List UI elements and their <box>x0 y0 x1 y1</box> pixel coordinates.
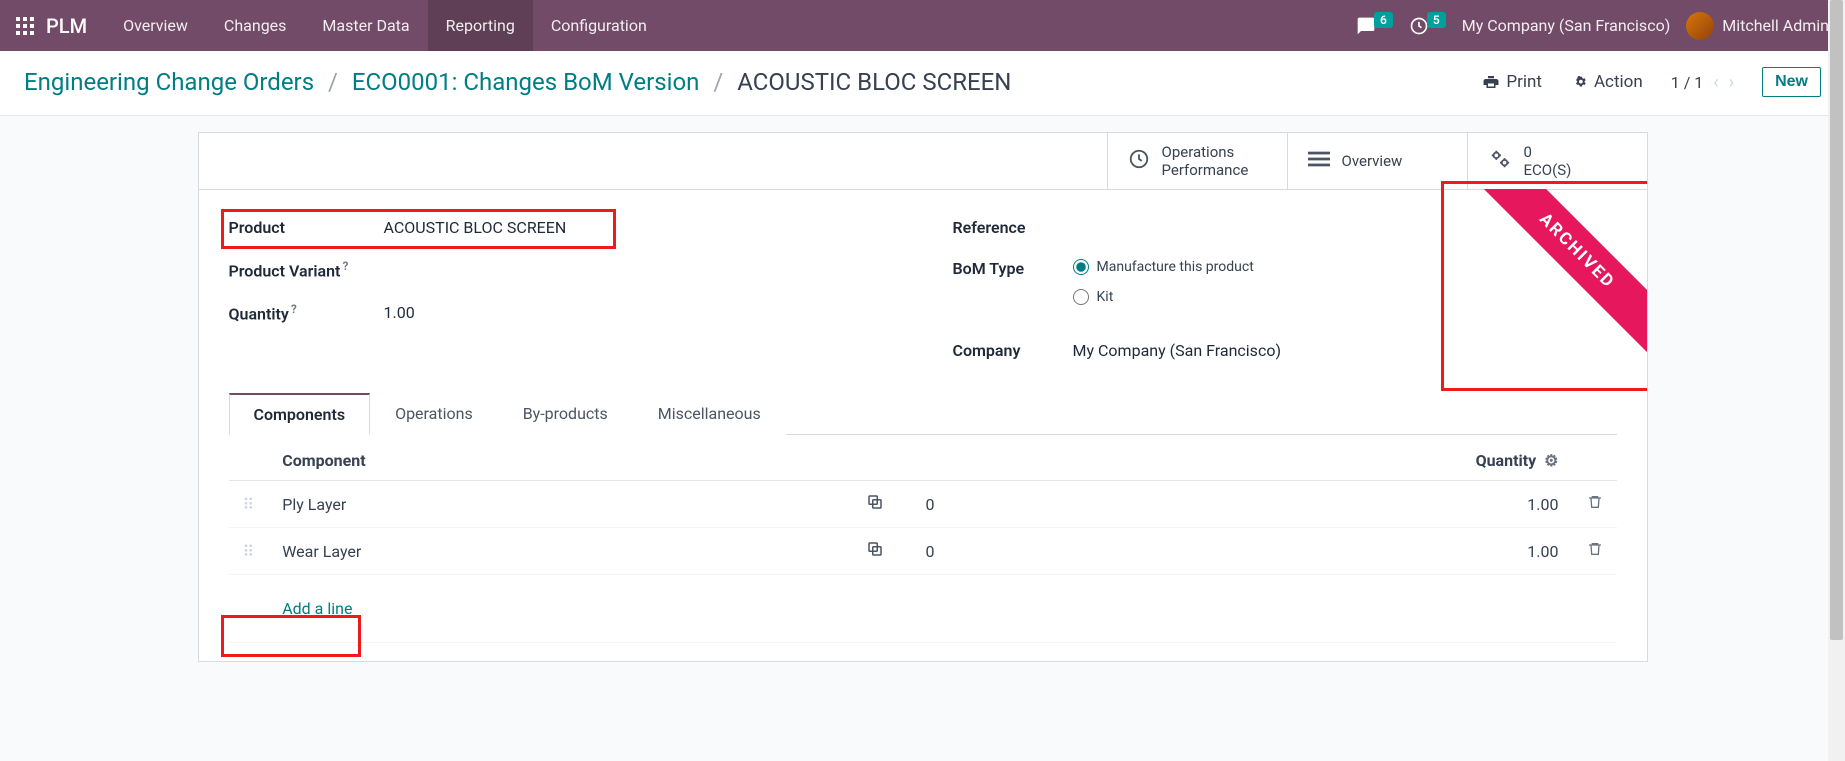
clock-icon <box>1128 148 1150 174</box>
optional-columns-icon[interactable]: ⚙ <box>1544 451 1558 470</box>
stat-ecos[interactable]: 0ECO(S) <box>1467 133 1647 189</box>
drag-handle-icon[interactable]: ⠿ <box>229 528 269 575</box>
nav-overview[interactable]: Overview <box>105 0 206 51</box>
bom-type-label: BoM Type <box>953 259 1073 278</box>
add-line-button[interactable]: Add a line <box>282 587 1602 630</box>
activities-icon[interactable]: 5 <box>1409 16 1446 36</box>
nav-changes[interactable]: Changes <box>206 0 305 51</box>
list-icon <box>1308 148 1330 174</box>
brand-name[interactable]: PLM <box>42 14 105 38</box>
component-cell[interactable]: Ply Layer <box>268 481 851 528</box>
col-quantity[interactable]: Quantity ⚙ <box>992 441 1573 481</box>
company-label: Company <box>953 341 1073 360</box>
pager: 1 / 1 ‹ › <box>1671 72 1734 93</box>
messages-badge: 6 <box>1374 12 1393 28</box>
pager-prev-icon[interactable]: ‹ <box>1713 72 1718 93</box>
stat-overview[interactable]: Overview <box>1287 133 1467 189</box>
stat-operations-performance[interactable]: OperationsPerformance <box>1107 133 1287 189</box>
action-button[interactable]: Action <box>1570 72 1643 92</box>
apps-icon[interactable] <box>8 9 42 43</box>
avatar-icon <box>1686 12 1714 40</box>
stat-buttons-bar: OperationsPerformance Overview 0ECO(S) <box>199 133 1647 190</box>
product-variant-label: Product Variant? <box>229 259 384 280</box>
drag-handle-icon[interactable]: ⠿ <box>229 481 269 528</box>
components-table: Component Quantity ⚙ ⠿ Ply Layer 0 1.00 <box>229 441 1617 643</box>
breadcrumb: Engineering Change Orders / ECO0001: Cha… <box>24 68 1011 96</box>
tab-components[interactable]: Components <box>229 393 371 435</box>
form-sheet: OperationsPerformance Overview 0ECO(S) A… <box>198 132 1648 662</box>
table-row[interactable]: ⠿ Ply Layer 0 1.00 <box>229 481 1617 528</box>
activities-badge: 5 <box>1427 12 1446 28</box>
company-selector[interactable]: My Company (San Francisco) <box>1462 16 1671 35</box>
bom-type-manufacture-radio[interactable] <box>1073 259 1089 275</box>
nav-master-data[interactable]: Master Data <box>304 0 427 51</box>
gears-icon <box>1488 148 1512 174</box>
used-cell: 0 <box>912 481 992 528</box>
used-cell: 0 <box>912 528 992 575</box>
component-cell[interactable]: Wear Layer <box>268 528 851 575</box>
tab-by-products[interactable]: By-products <box>498 393 633 435</box>
control-bar: Engineering Change Orders / ECO0001: Cha… <box>0 51 1845 116</box>
reference-label: Reference <box>953 218 1073 237</box>
breadcrumb-mid[interactable]: ECO0001: Changes BoM Version <box>352 68 700 96</box>
copy-icon[interactable] <box>852 481 912 528</box>
tab-miscellaneous[interactable]: Miscellaneous <box>633 393 786 435</box>
user-menu[interactable]: Mitchell Admin <box>1686 12 1829 40</box>
company-value[interactable]: My Company (San Francisco) <box>1073 341 1282 360</box>
user-name: Mitchell Admin <box>1722 16 1829 35</box>
trash-icon[interactable] <box>1573 481 1617 528</box>
col-component[interactable]: Component <box>268 441 851 481</box>
help-icon[interactable]: ? <box>291 302 297 316</box>
new-button[interactable]: New <box>1762 67 1821 97</box>
print-button[interactable]: Print <box>1482 72 1542 92</box>
notebook-tabs: Components Operations By-products Miscel… <box>229 392 1617 435</box>
breadcrumb-leaf: ACOUSTIC BLOC SCREEN <box>737 68 1011 96</box>
qty-cell[interactable]: 1.00 <box>992 481 1573 528</box>
tab-operations[interactable]: Operations <box>370 393 498 435</box>
pager-value[interactable]: 1 / 1 <box>1671 73 1704 92</box>
qty-cell[interactable]: 1.00 <box>992 528 1573 575</box>
quantity-value[interactable]: 1.00 <box>384 303 415 322</box>
quantity-label: Quantity? <box>229 302 384 323</box>
product-label: Product <box>229 218 384 237</box>
product-value[interactable]: ACOUSTIC BLOC SCREEN <box>384 218 567 237</box>
nav-reporting[interactable]: Reporting <box>428 0 533 51</box>
top-navbar: PLM Overview Changes Master Data Reporti… <box>0 0 1845 51</box>
help-icon[interactable]: ? <box>342 259 348 273</box>
table-row[interactable]: ⠿ Wear Layer 0 1.00 <box>229 528 1617 575</box>
messaging-icon[interactable]: 6 <box>1356 16 1393 36</box>
bom-type-kit-radio[interactable] <box>1073 289 1089 305</box>
pager-next-icon[interactable]: › <box>1729 72 1734 93</box>
copy-icon[interactable] <box>852 528 912 575</box>
breadcrumb-root[interactable]: Engineering Change Orders <box>24 68 314 96</box>
trash-icon[interactable] <box>1573 528 1617 575</box>
nav-configuration[interactable]: Configuration <box>533 0 665 51</box>
vertical-scrollbar[interactable] <box>1828 0 1845 761</box>
